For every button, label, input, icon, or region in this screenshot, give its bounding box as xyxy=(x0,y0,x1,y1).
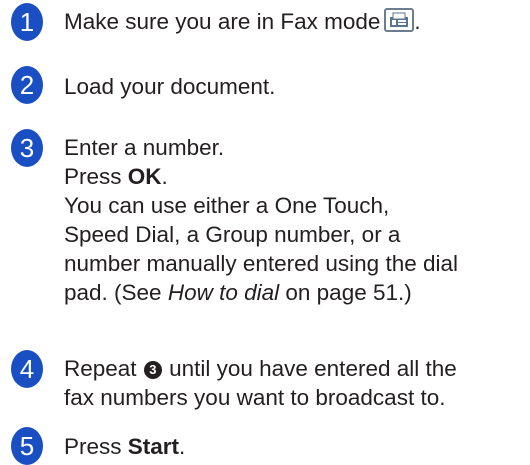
fax-mode-icon xyxy=(384,8,415,32)
step-number-3: 3 xyxy=(11,129,43,167)
step-3-page-ref: on page 51.) xyxy=(279,280,412,305)
step-1-period: . xyxy=(414,9,421,34)
step-4-line-2: fax numbers you want to broadcast to. xyxy=(64,385,446,410)
step-3-line-1: Enter a number. xyxy=(64,135,225,160)
step-number-5: 5 xyxy=(11,427,43,465)
step-number-4: 4 xyxy=(11,350,43,388)
step-4-text: Repeat 3 until you have entered all the … xyxy=(64,354,524,412)
step-3-reference-icon: 3 xyxy=(143,361,162,379)
step-3-text: Enter a number. Press OK. You can use ei… xyxy=(64,133,524,307)
step-3-period: . xyxy=(161,164,168,189)
step-4-line-1-suffix: until you have entered all the xyxy=(162,356,457,381)
step-5-text: Press Start. xyxy=(64,432,524,461)
ok-key-label: OK xyxy=(127,164,162,189)
step-4-repeat-label: Repeat xyxy=(64,356,143,381)
step-3-press-label: Press xyxy=(64,164,128,189)
step-number-2: 2 xyxy=(11,66,43,104)
step-1-text: Make sure you are in Fax mode . xyxy=(64,7,524,36)
step-3-line-2: Press OK. xyxy=(64,162,524,191)
how-to-dial-reference: How to dial xyxy=(167,280,280,305)
step-5-press-label: Press xyxy=(64,434,128,459)
step-3-line-3: You can use either a One Touch, xyxy=(64,193,390,218)
step-3-see-prefix: pad. (See xyxy=(64,280,168,305)
step-3-line-4: Speed Dial, a Group number, or a xyxy=(64,222,401,247)
step-3-line-6: pad. (See How to dial on page 51.) xyxy=(64,278,524,307)
step-2-text: Load your document. xyxy=(64,74,276,99)
start-key-label: Start xyxy=(127,434,180,459)
step-3-line-5: number manually entered using the dial xyxy=(64,251,458,276)
step-5-period: . xyxy=(179,434,186,459)
step-1-instruction: Make sure you are in Fax mode xyxy=(64,9,381,34)
step-number-1: 1 xyxy=(11,3,43,41)
step-4-line-1: Repeat 3 until you have entered all the xyxy=(64,354,524,383)
